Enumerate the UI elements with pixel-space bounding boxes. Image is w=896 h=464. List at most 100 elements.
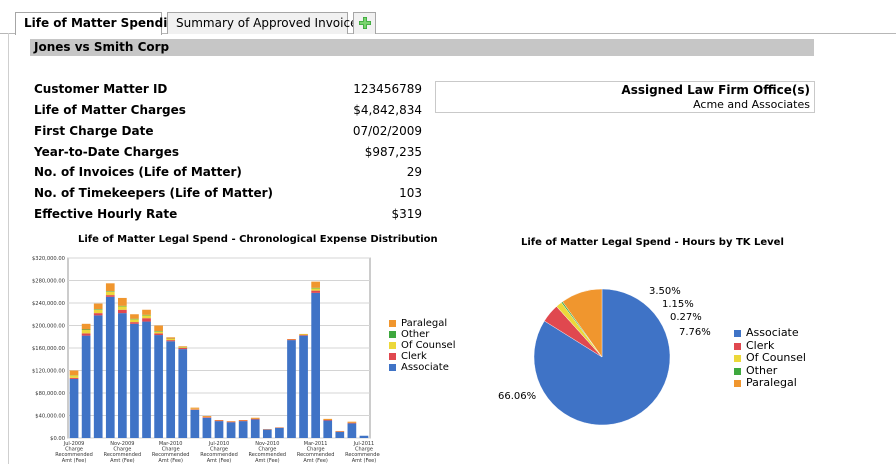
bar-segment-associate bbox=[250, 419, 260, 438]
bar-segment-clerk bbox=[178, 348, 188, 350]
summary-value: 07/02/2009 bbox=[352, 124, 422, 138]
y-tick-label: $80,000.00 bbox=[35, 391, 65, 397]
legend-item: Other bbox=[389, 329, 456, 340]
legend-swatch bbox=[389, 342, 396, 349]
expense-distribution-bar-chart: $0.00$40,000.00$80,000.00$120,000.00$160… bbox=[32, 256, 380, 464]
summary-label: Effective Hourly Rate bbox=[34, 207, 178, 221]
bar-segment-associate bbox=[81, 335, 91, 438]
y-tick-label: $160,000.00 bbox=[32, 346, 65, 352]
assigned-office-box: Assigned Law Firm Office(s) Acme and Ass… bbox=[435, 81, 815, 113]
bar-segment-clerk bbox=[299, 335, 308, 336]
bar-segment-clerk bbox=[190, 409, 200, 410]
bar-segment-associate bbox=[287, 340, 296, 438]
pie-chart-title: Life of Matter Legal Spend - Hours by TK… bbox=[521, 237, 784, 248]
legend-label: Clerk bbox=[401, 351, 427, 362]
x-tick-label: Amt (Fee) bbox=[303, 458, 328, 464]
bar-segment-associate bbox=[275, 427, 284, 438]
legend-swatch bbox=[389, 353, 396, 360]
bar-segment-of-counsel bbox=[142, 315, 151, 319]
summary-value: $4,842,834 bbox=[353, 103, 422, 117]
bar-segment-clerk bbox=[250, 418, 260, 420]
bar-segment-clerk bbox=[311, 290, 320, 293]
legend-swatch bbox=[389, 364, 396, 371]
legend-item: Associate bbox=[389, 362, 456, 373]
bar-segment-clerk bbox=[226, 421, 236, 423]
legend-item: Paralegal bbox=[734, 376, 806, 390]
y-tick-label: $40,000.00 bbox=[35, 414, 65, 420]
y-tick-label: $240,000.00 bbox=[32, 301, 65, 307]
bar-segment-associate bbox=[154, 335, 163, 438]
bar-segment-associate bbox=[69, 378, 79, 438]
bar-chart-legend: Paralegal Other Of Counsel Clerk Associate bbox=[389, 318, 456, 373]
bar-segment-other bbox=[311, 287, 320, 289]
bar-segment-other bbox=[93, 309, 103, 310]
bar-segment-paralegal bbox=[311, 281, 320, 288]
bar-segment-paralegal bbox=[347, 421, 357, 423]
bar-segment-paralegal bbox=[214, 420, 224, 421]
tab-summary-of-approved-invoices[interactable]: Summary of Approved Invoices bbox=[167, 12, 364, 34]
bar-segment-clerk bbox=[130, 322, 139, 324]
summary-label: Life of Matter Charges bbox=[34, 103, 186, 117]
bar-segment-clerk bbox=[214, 420, 224, 422]
summary-value: $319 bbox=[391, 207, 422, 221]
bar-segment-clerk bbox=[81, 333, 91, 336]
bar-segment-clerk bbox=[202, 417, 212, 418]
tab-life-of-matter-spending[interactable]: Life of Matter Spending bbox=[15, 12, 184, 35]
summary-value: 29 bbox=[406, 165, 422, 179]
bar-segment-of-counsel bbox=[178, 347, 188, 348]
bar-segment-associate bbox=[359, 435, 369, 438]
legend-label: Associate bbox=[401, 362, 449, 373]
legend-swatch bbox=[734, 342, 741, 350]
bar-segment-associate bbox=[238, 421, 248, 438]
plus-icon bbox=[359, 17, 371, 29]
bar-segment-associate bbox=[335, 431, 345, 438]
bar-segment-of-counsel bbox=[311, 288, 320, 291]
legend-label: Other bbox=[746, 363, 778, 377]
bar-segment-associate bbox=[105, 296, 115, 438]
bar-segment-paralegal bbox=[130, 314, 139, 319]
x-tick-label: Amt (Fee) bbox=[255, 458, 280, 464]
bar-segment-clerk bbox=[347, 422, 357, 424]
bar-segment-paralegal bbox=[93, 303, 103, 310]
bar-segment-paralegal bbox=[166, 337, 176, 339]
bar-segment-paralegal bbox=[287, 339, 296, 340]
bar-segment-clerk bbox=[323, 420, 333, 421]
bar-segment-clerk bbox=[69, 377, 79, 379]
legend-swatch bbox=[734, 367, 741, 375]
legend-label: Of Counsel bbox=[746, 351, 806, 364]
bar-segment-clerk bbox=[166, 340, 176, 342]
hours-by-tk-level-pie-chart bbox=[533, 288, 671, 426]
y-tick-label: $200,000.00 bbox=[32, 324, 65, 330]
add-tab-button[interactable] bbox=[353, 12, 376, 34]
legend-item: Paralegal bbox=[389, 318, 456, 329]
bar-segment-paralegal bbox=[118, 297, 127, 306]
legend-label: Other bbox=[401, 329, 430, 340]
summary-value: 123456789 bbox=[353, 82, 422, 96]
x-tick-label: Amt (Fee) bbox=[158, 458, 183, 464]
bar-segment-clerk bbox=[238, 420, 248, 422]
bar-segment-other bbox=[105, 291, 115, 292]
bar-segment-of-counsel bbox=[166, 339, 176, 341]
summary-label: First Charge Date bbox=[34, 124, 154, 138]
bar-segment-paralegal bbox=[142, 309, 151, 315]
bar-segment-other bbox=[81, 329, 91, 330]
bar-segment-associate bbox=[118, 313, 127, 438]
bar-segment-associate bbox=[226, 422, 236, 438]
bar-segment-of-counsel bbox=[154, 331, 163, 334]
pie-data-label: 3.50% bbox=[649, 286, 681, 297]
bar-segment-of-counsel bbox=[299, 334, 308, 336]
bar-segment-associate bbox=[311, 292, 320, 438]
matter-title-bar: Jones vs Smith Corp bbox=[30, 39, 814, 56]
bar-segment-associate bbox=[214, 421, 224, 438]
bar-segment-paralegal bbox=[238, 420, 248, 421]
legend-swatch bbox=[734, 380, 741, 387]
bar-segment-paralegal bbox=[226, 421, 236, 422]
bar-segment-clerk bbox=[105, 295, 115, 297]
summary-value: 103 bbox=[399, 186, 422, 200]
bar-segment-clerk bbox=[154, 333, 163, 336]
pie-chart-legend: Associate Clerk Of Counsel Other Paralegal bbox=[734, 326, 806, 390]
bar-segment-associate bbox=[202, 417, 212, 438]
bar-segment-associate bbox=[262, 429, 272, 438]
bar-segment-paralegal bbox=[299, 333, 308, 335]
tab-bar: Life of Matter Spending Summary of Appro… bbox=[0, 0, 896, 36]
